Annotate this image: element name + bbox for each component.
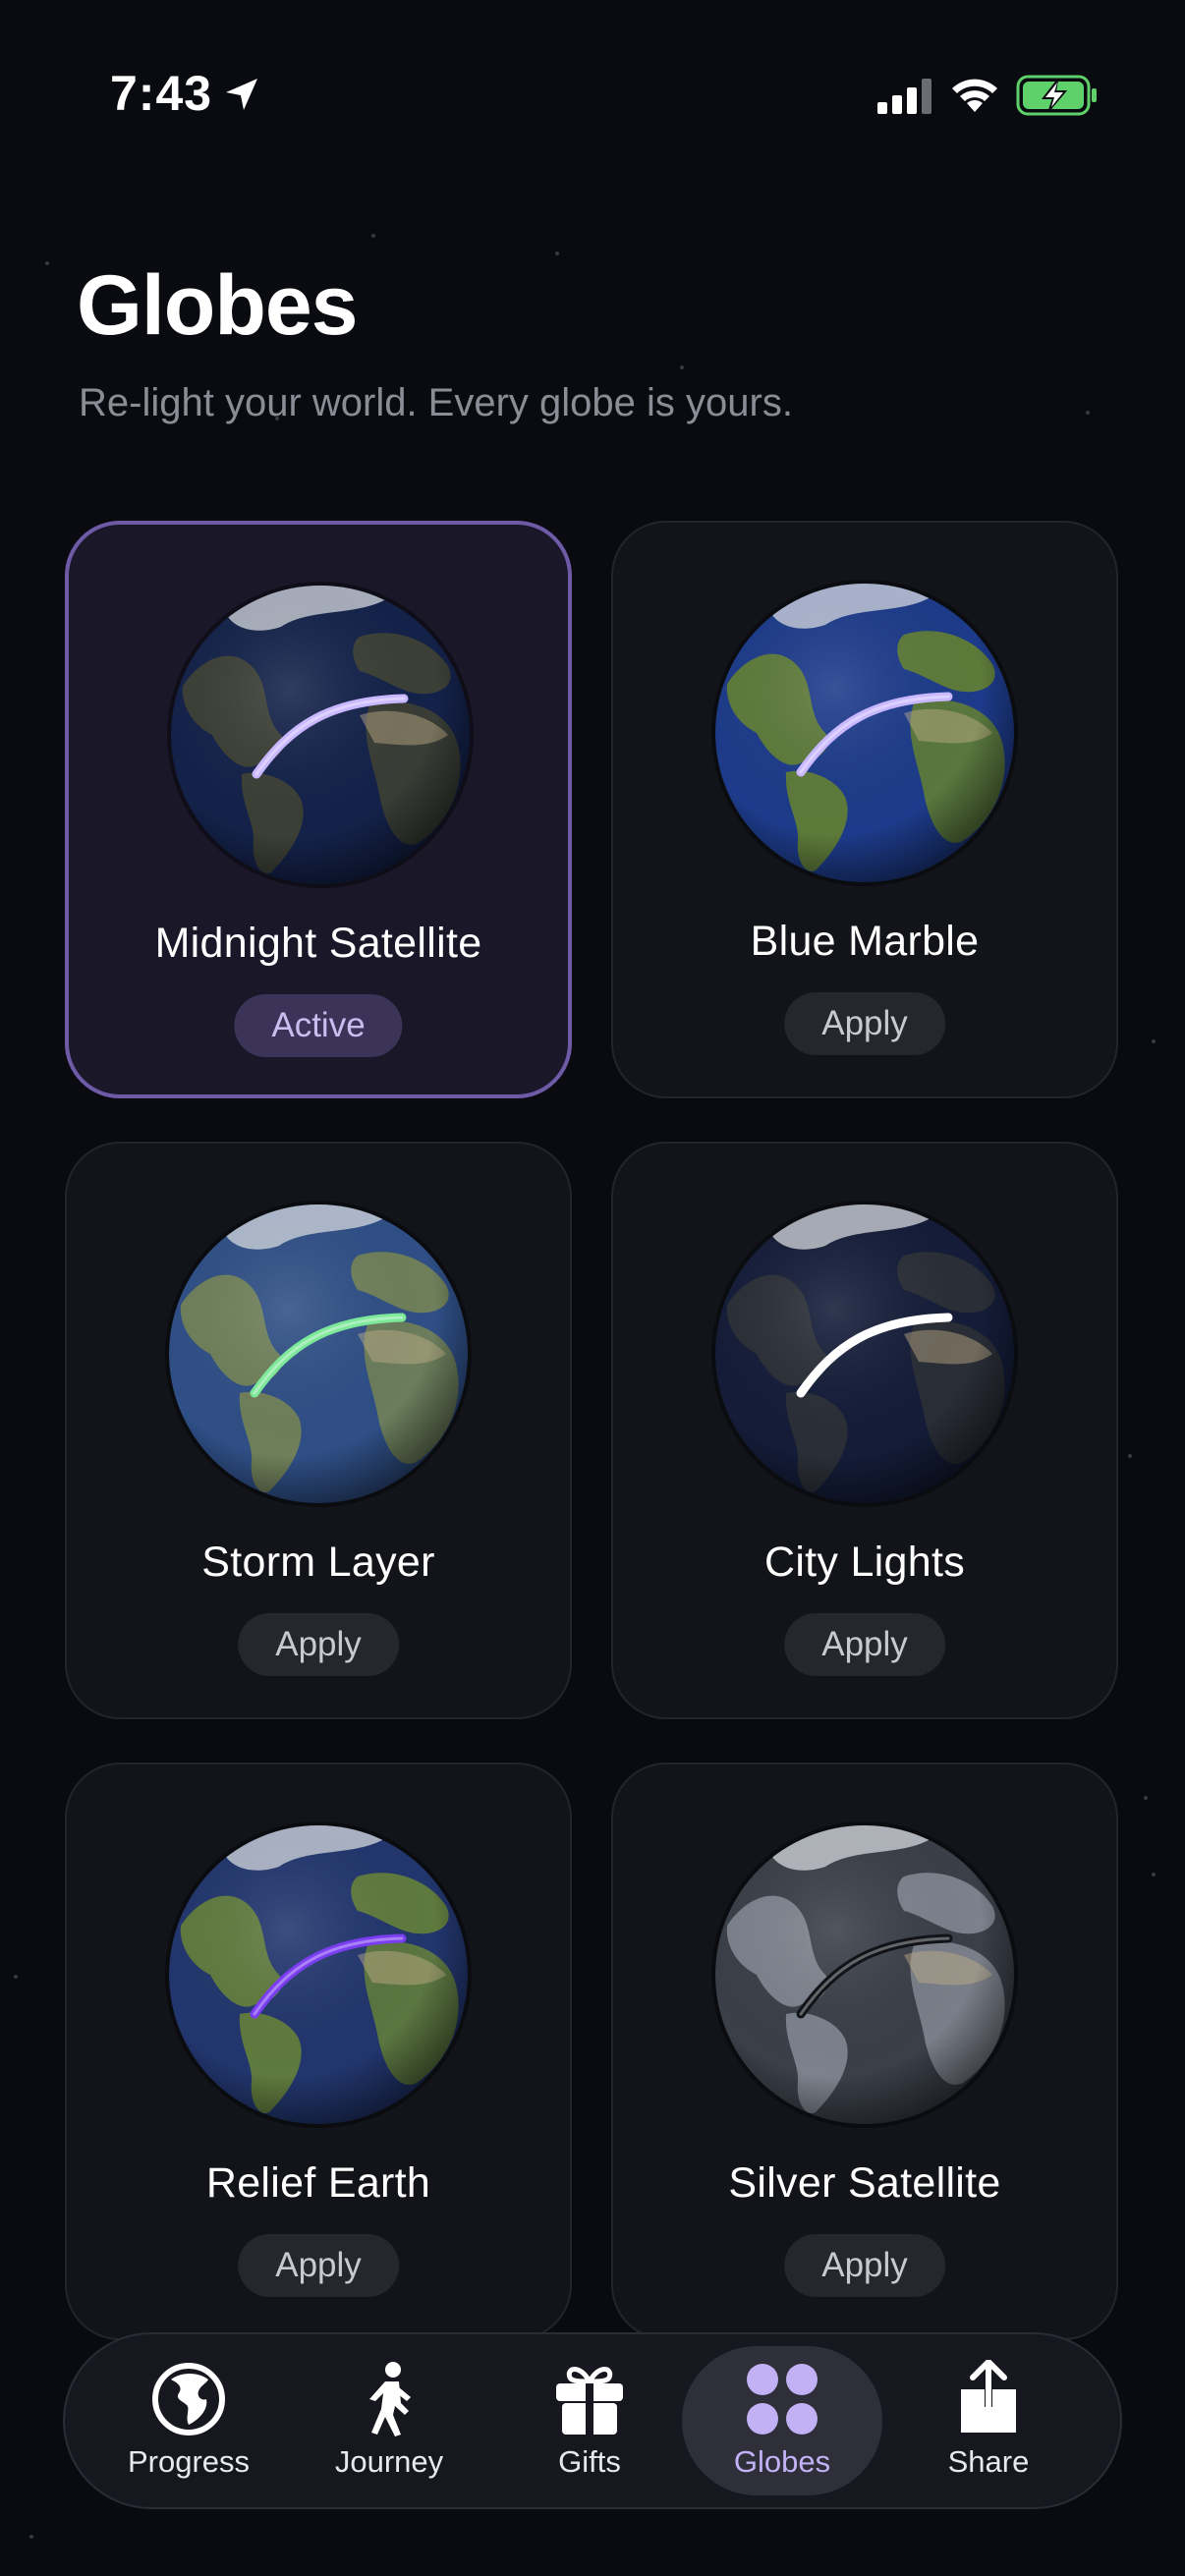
wifi-icon	[952, 79, 997, 112]
tab-bar: Progress Journey Gifts Globes Share	[63, 2332, 1122, 2509]
share-icon	[961, 2360, 1016, 2433]
globe-preview	[707, 1818, 1022, 2132]
location-arrow-icon	[226, 79, 257, 110]
tab-globes[interactable]: Globes	[682, 2346, 882, 2495]
active-badge: Active	[234, 994, 403, 1057]
page-title: Globes	[77, 258, 359, 353]
tab-label: Gifts	[558, 2444, 621, 2479]
globe-name: Silver Satellite	[728, 2159, 1001, 2207]
tab-label: Journey	[334, 2444, 444, 2479]
walking-icon	[369, 2362, 411, 2436]
tab-gifts[interactable]: Gifts	[489, 2334, 690, 2507]
status-bar: 7:43	[0, 0, 1185, 196]
globe-name: Relief Earth	[205, 2159, 431, 2207]
globe-card[interactable]: Blue Marble Apply	[611, 521, 1118, 1098]
apply-button[interactable]: Apply	[784, 1613, 945, 1676]
globe-name: Blue Marble	[750, 918, 980, 965]
globe-card[interactable]: Storm Layer Apply	[65, 1142, 572, 1719]
tab-label: Globes	[733, 2444, 831, 2479]
apply-button[interactable]: Apply	[238, 2234, 399, 2297]
apply-button[interactable]: Apply	[238, 1613, 399, 1676]
globe-preview	[161, 1197, 476, 1511]
globe-card[interactable]: Silver Satellite Apply	[611, 1763, 1118, 2340]
globe-preview	[161, 1818, 476, 2132]
globe-card[interactable]: City Lights Apply	[611, 1142, 1118, 1719]
globe-card[interactable]: Midnight Satellite Active	[65, 521, 572, 1098]
globe-preview	[707, 576, 1022, 890]
gift-icon	[556, 2367, 623, 2435]
tab-share[interactable]: Share	[888, 2334, 1089, 2507]
tab-journey[interactable]: Journey	[289, 2334, 489, 2507]
globe-icon	[152, 2363, 225, 2436]
apply-button[interactable]: Apply	[784, 992, 945, 1055]
tab-label: Share	[947, 2444, 1030, 2479]
tab-label: Progress	[127, 2444, 251, 2479]
globe-name: City Lights	[763, 1539, 966, 1586]
cellular-signal-icon	[877, 79, 931, 114]
globe-preview	[707, 1197, 1022, 1511]
globe-name: Storm Layer	[201, 1539, 435, 1586]
battery-charging-icon	[1016, 75, 1097, 116]
tab-progress[interactable]: Progress	[88, 2334, 289, 2507]
grid-icon	[747, 2364, 818, 2435]
globe-preview	[163, 578, 478, 892]
apply-button[interactable]: Apply	[784, 2234, 945, 2297]
globe-name: Midnight Satellite	[154, 920, 482, 967]
status-time: 7:43	[110, 66, 213, 121]
globe-card[interactable]: Relief Earth Apply	[65, 1763, 572, 2340]
page-subtitle: Re-light your world. Every globe is your…	[79, 381, 793, 424]
